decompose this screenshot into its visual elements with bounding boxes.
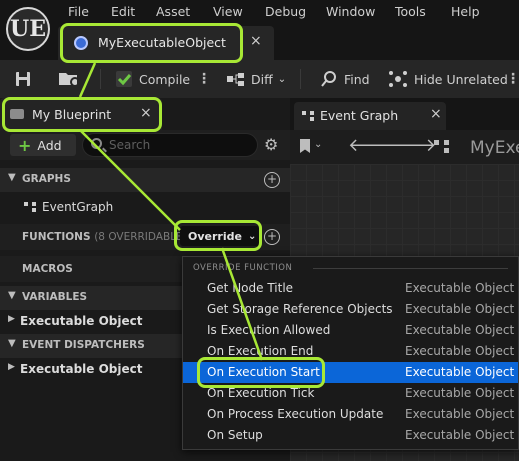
diff-button[interactable]: Diff ⌄ (226, 60, 286, 98)
variable-item-label: Executable Object (20, 314, 143, 328)
graph-item-eventgraph[interactable]: EventGraph (0, 196, 290, 218)
save-icon (16, 72, 30, 86)
event-dispatchers-section-label: EVENT DISPATCHERS (22, 339, 145, 351)
highlight-on-execution-start (197, 357, 325, 388)
event-graph-tab-title: Event Graph (320, 108, 399, 123)
search-icon (321, 71, 336, 87)
menu-item-name: On Process Execution Update (207, 407, 384, 421)
highlight-document-tab (60, 23, 243, 63)
graph-item-label: EventGraph (42, 200, 114, 214)
menu-item-owner: Executable Object (405, 407, 515, 421)
kebab-icon: ⋮ (506, 71, 519, 87)
caret-right-icon: ▶ (8, 362, 15, 372)
event-graph-tab[interactable]: Event Graph × (294, 102, 446, 130)
menu-asset[interactable]: Asset (156, 4, 190, 19)
menu-item[interactable]: On Process Execution Update Executable O… (183, 404, 518, 425)
graph-toolbar: ⌄ 🡐 🡒 MyExe (290, 130, 519, 164)
menu-item[interactable]: Get Storage Reference Objects Executable… (183, 299, 518, 320)
menu-help[interactable]: Help (451, 4, 480, 19)
hide-unrelated-icon (389, 71, 407, 87)
caret-right-icon: ▶ (8, 314, 15, 324)
close-icon[interactable]: × (250, 33, 262, 49)
add-search-row: + Add ⚙ (0, 130, 290, 160)
hide-unrelated-label: Hide Unrelated (414, 71, 508, 87)
search-box[interactable] (82, 133, 258, 157)
menu-item[interactable]: Get Node Title Executable Object (183, 278, 518, 299)
graph-icon (24, 202, 36, 212)
close-icon[interactable]: × (430, 106, 442, 122)
chevron-down-icon: ⌄ (277, 73, 287, 85)
gear-icon[interactable]: ⚙ (264, 135, 278, 154)
functions-section-label: FUNCTIONS (8 OVERRIDABLE) (22, 231, 187, 243)
menu-header: OVERRIDE FUNCTION (193, 263, 293, 273)
find-button[interactable]: Find (320, 60, 370, 98)
caret-down-icon: ▼ (8, 290, 16, 301)
kebab-icon: ⋮ (197, 71, 211, 87)
chevron-down-icon[interactable]: ⌄ (314, 139, 322, 150)
menu-item-owner: Executable Object (405, 344, 515, 358)
menu-item-name: On Execution Tick (207, 386, 315, 400)
graphs-section-label: GRAPHS (22, 173, 71, 185)
forward-arrow-icon[interactable]: 🡒 (388, 135, 436, 156)
highlight-my-blueprint-tab (2, 97, 162, 132)
add-button[interactable]: + Add (10, 134, 76, 156)
browse-button[interactable] (58, 60, 82, 98)
menu-item-owner: Executable Object (405, 302, 515, 316)
bookmark-icon[interactable] (300, 139, 310, 153)
menu-item[interactable]: Is Execution Allowed Executable Object (183, 320, 518, 341)
toolbar-divider (100, 69, 101, 89)
menu-item-name: Get Node Title (207, 281, 294, 295)
menu-file[interactable]: File (68, 4, 89, 19)
search-input[interactable] (109, 137, 249, 153)
menu-item-owner: Executable Object (405, 281, 515, 295)
graph-icon (302, 111, 314, 121)
menu-item-name: Get Storage Reference Objects (207, 302, 393, 316)
compile-icon (116, 71, 132, 87)
menu-item-name: On Setup (207, 428, 263, 442)
graph-tabbar: Event Graph × (290, 98, 519, 130)
menu-item-owner: Executable Object (405, 365, 515, 379)
diff-icon (227, 73, 244, 86)
menu-window[interactable]: Window (326, 4, 375, 19)
menu-view[interactable]: View (213, 4, 243, 19)
compile-options-button[interactable]: ⋮ (197, 60, 211, 98)
unreal-logo-icon[interactable]: UE (6, 7, 50, 51)
menu-debug[interactable]: Debug (265, 4, 306, 19)
diff-label: Diff (251, 71, 273, 87)
override-function-menu: OVERRIDE FUNCTION Get Node Title Executa… (182, 256, 519, 450)
variables-section-label: VARIABLES (22, 291, 88, 303)
folder-search-icon (59, 73, 82, 89)
compile-button[interactable]: Compile (114, 60, 190, 98)
menu-item-name: Is Execution Allowed (207, 323, 331, 337)
breadcrumb: MyExe (470, 138, 519, 158)
menu-item[interactable]: On Setup Executable Object (183, 425, 518, 446)
plus-icon: + (18, 135, 32, 155)
add-label: Add (37, 137, 62, 153)
add-function-icon[interactable]: + (264, 229, 280, 245)
toolbar-divider (300, 69, 301, 89)
compile-label: Compile (139, 71, 191, 87)
menu-item-owner: Executable Object (405, 386, 515, 400)
menu-tools[interactable]: Tools (395, 4, 426, 19)
add-graph-icon[interactable]: + (264, 172, 280, 188)
macros-section-label: MACROS (22, 263, 73, 275)
hide-unrelated-button[interactable]: Hide Unrelated (388, 60, 508, 98)
toolbar: Compile ⋮ Diff ⌄ Find Hide Unrelated ⋮ (0, 60, 519, 98)
menu-divider (313, 268, 508, 269)
toolbar-overflow-button[interactable]: ⋮ (506, 60, 519, 98)
menu-item-owner: Executable Object (405, 428, 515, 442)
graphs-section-header[interactable]: ▼ GRAPHS + (0, 168, 290, 192)
find-label: Find (344, 71, 370, 87)
caret-down-icon: ▼ (8, 172, 16, 183)
menu-edit[interactable]: Edit (111, 4, 135, 19)
dispatcher-item-label: Executable Object (20, 362, 143, 376)
menu-item-owner: Executable Object (405, 323, 515, 337)
caret-down-icon: ▼ (8, 338, 16, 349)
menu-item-name: On Execution End (207, 344, 314, 358)
highlight-override-button (174, 220, 262, 251)
save-button[interactable] (14, 60, 32, 98)
search-icon (91, 138, 102, 149)
graph-icon (434, 140, 450, 154)
